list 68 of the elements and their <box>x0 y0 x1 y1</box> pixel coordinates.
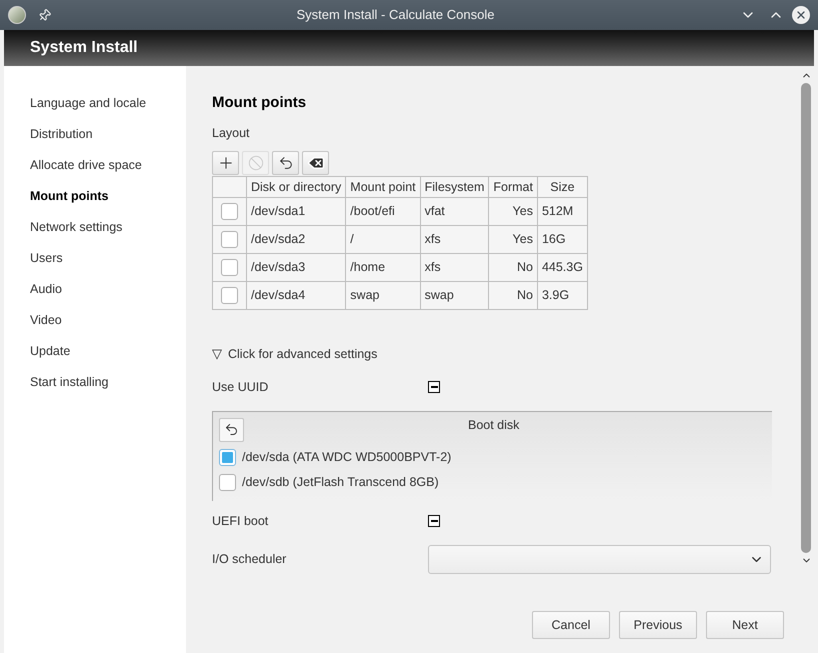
undo-icon <box>278 155 294 172</box>
block-icon <box>248 155 264 172</box>
table-cell: 3.9G <box>537 282 588 310</box>
column-header[interactable]: Filesystem <box>420 176 489 198</box>
column-header[interactable]: Mount point <box>346 176 420 198</box>
close-button[interactable] <box>792 6 810 24</box>
sidebar-item[interactable]: Mount points <box>30 187 186 206</box>
sidebar-item[interactable]: Update <box>30 342 186 361</box>
table-cell: swap <box>346 282 420 310</box>
sidebar-item[interactable]: Start installing <box>30 373 186 392</box>
checkbox[interactable] <box>221 203 238 220</box>
setting-label: UEFI boot <box>212 512 270 530</box>
table-cell: /dev/sda4 <box>246 282 346 310</box>
table-cell: /dev/sda3 <box>246 254 346 282</box>
expander-arrow[interactable]: ▽ <box>212 344 222 364</box>
dialog-button[interactable]: Next <box>706 611 784 640</box>
page-title: Mount points <box>212 93 308 113</box>
setting-label: Use UUID <box>212 378 270 396</box>
checkbox[interactable] <box>221 259 238 276</box>
table-cell: xfs <box>420 226 489 254</box>
table-cell: /boot/efi <box>346 198 420 226</box>
table-cell: vfat <box>420 198 489 226</box>
toolbar-button[interactable] <box>212 151 239 176</box>
app-icon <box>8 6 26 24</box>
checkbox[interactable] <box>219 448 236 466</box>
table-cell: Yes <box>488 198 538 226</box>
checkbox[interactable] <box>219 474 236 490</box>
sidebar-item[interactable]: Network settings <box>30 218 186 237</box>
column-header[interactable]: Format <box>488 176 538 198</box>
table-cell: 445.3G <box>537 254 588 282</box>
table-cell: /dev/sda2 <box>246 226 346 254</box>
table-cell: 512M <box>537 198 588 226</box>
table-cell: No <box>488 254 538 282</box>
tristate-checkbox[interactable] <box>428 514 440 527</box>
table-cell: /home <box>346 254 420 282</box>
undo-icon <box>224 422 239 437</box>
table-cell: xfs <box>420 254 489 282</box>
section-label: Layout <box>212 124 251 142</box>
table-cell: swap <box>420 282 489 310</box>
column-header[interactable]: Disk or directory <box>246 176 346 198</box>
dialog-button[interactable]: Cancel <box>532 611 610 640</box>
toolbar-button[interactable] <box>302 151 329 176</box>
checkbox-label[interactable]: /dev/sdb (JetFlash Transcend 8GB) <box>242 472 439 492</box>
sidebar-item[interactable]: Language and locale <box>30 94 186 113</box>
table-cell: No <box>488 282 538 310</box>
reset-button[interactable] <box>219 418 244 442</box>
checkbox[interactable] <box>221 287 238 304</box>
checkbox[interactable] <box>221 231 238 248</box>
dialog-button[interactable]: Previous <box>619 611 697 640</box>
table-cell: Yes <box>488 226 538 254</box>
sidebar-item[interactable]: Allocate drive space <box>30 156 186 175</box>
close-icon <box>795 9 807 21</box>
sidebar-item[interactable]: Users <box>30 249 186 268</box>
table-cell: /dev/sda1 <box>246 198 346 226</box>
checkbox-label[interactable]: /dev/sda (ATA WDC WD5000BPVT-2) <box>242 448 452 466</box>
table-cell: 16G <box>537 226 588 254</box>
table-cell: / <box>346 226 420 254</box>
sidebar-item[interactable]: Video <box>30 311 186 330</box>
sidebar-item[interactable]: Audio <box>30 280 186 299</box>
advanced-settings-link[interactable]: Click for advanced settings <box>228 344 378 364</box>
header-title: System Install <box>30 38 138 58</box>
tristate-checkbox[interactable] <box>428 381 440 394</box>
panel-title: Boot disk <box>468 416 520 434</box>
sidebar-item[interactable]: Distribution <box>30 125 186 144</box>
column-header[interactable]: Size <box>537 176 588 198</box>
toolbar-button[interactable] <box>272 151 299 176</box>
window-title: System Install - Calculate Console <box>296 6 496 24</box>
setting-label: I/O scheduler <box>212 551 288 568</box>
